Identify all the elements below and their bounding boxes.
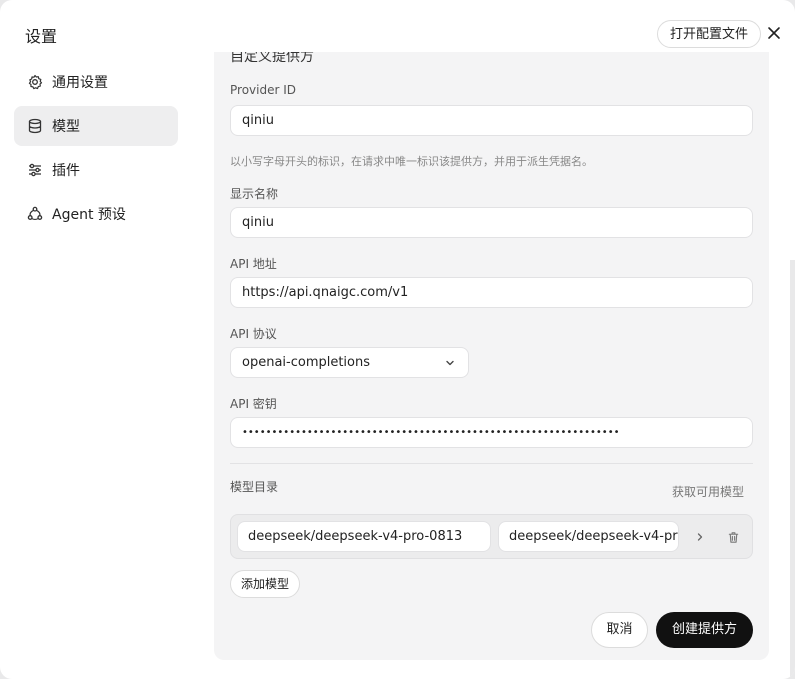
sidebar-item-label: 模型 <box>52 119 80 135</box>
display-name-label: 显示名称 <box>230 187 279 201</box>
model-id-input[interactable]: deepseek/deepseek-v4-pro-0813 <box>237 521 491 552</box>
open-config-file-button[interactable]: 打开配置文件 <box>657 20 762 48</box>
sidebar: 通用设置 模型 插件 Agent 预设 <box>14 62 178 238</box>
gear-icon <box>26 73 44 91</box>
provider-id-label: Provider ID <box>230 83 296 97</box>
model-catalog-label: 模型目录 <box>230 480 279 494</box>
provider-id-hint: 以小写字母开头的标识，在请求中唯一标识该提供方，并用于派生凭据名。 <box>230 155 593 168</box>
create-provider-button[interactable]: 创建提供方 <box>656 612 753 648</box>
expand-model-button[interactable] <box>692 529 708 545</box>
section-title: 自定义提供方 <box>230 52 314 65</box>
settings-window: 设置 打开配置文件 通用设置 模型 插件 Agent 预设 自定义提供方 Pro… <box>0 0 795 679</box>
sidebar-item-label: 插件 <box>52 163 80 179</box>
trash-icon <box>728 531 738 543</box>
sidebar-item-general[interactable]: 通用设置 <box>14 62 178 102</box>
api-protocol-value: openai-completions <box>242 355 371 370</box>
sidebar-item-label: Agent 预设 <box>52 207 126 223</box>
provider-id-input[interactable]: qiniu <box>230 105 753 136</box>
divider <box>230 463 753 464</box>
database-icon <box>26 117 44 135</box>
api-key-input[interactable]: ••••••••••••••••••••••••••••••••••••••••… <box>230 417 753 448</box>
agent-icon <box>26 205 44 223</box>
sidebar-item-agent-presets[interactable]: Agent 预设 <box>14 194 178 234</box>
window-title: 设置 <box>25 27 58 46</box>
display-name-input[interactable]: qiniu <box>230 207 753 238</box>
close-button[interactable] <box>764 23 784 43</box>
close-icon <box>768 27 780 39</box>
provider-form-panel: 自定义提供方 Provider ID qiniu 以小写字母开头的标识，在请求中… <box>214 52 769 660</box>
add-model-button[interactable]: 添加模型 <box>230 570 301 598</box>
sidebar-item-plugins[interactable]: 插件 <box>14 150 178 190</box>
model-row: deepseek/deepseek-v4-pro-0813 deepseek/d… <box>230 514 753 559</box>
model-name-input[interactable]: deepseek/deepseek-v4-pr <box>498 521 679 552</box>
delete-model-button[interactable] <box>725 529 741 545</box>
window-edge <box>790 260 795 679</box>
chevron-right-icon <box>697 533 703 541</box>
sidebar-item-models[interactable]: 模型 <box>14 106 178 146</box>
api-key-label: API 密钥 <box>230 397 277 411</box>
sidebar-item-label: 通用设置 <box>52 75 108 91</box>
sliders-icon <box>26 161 44 179</box>
chevron-down-icon <box>446 360 454 366</box>
api-protocol-label: API 协议 <box>230 327 277 341</box>
api-url-input[interactable]: https://api.qnaigc.com/v1 <box>230 277 753 308</box>
cancel-button[interactable]: 取消 <box>591 612 648 648</box>
api-url-label: API 地址 <box>230 257 277 271</box>
fetch-models-link[interactable]: 获取可用模型 <box>672 483 744 500</box>
api-protocol-select[interactable]: openai-completions <box>230 347 469 378</box>
